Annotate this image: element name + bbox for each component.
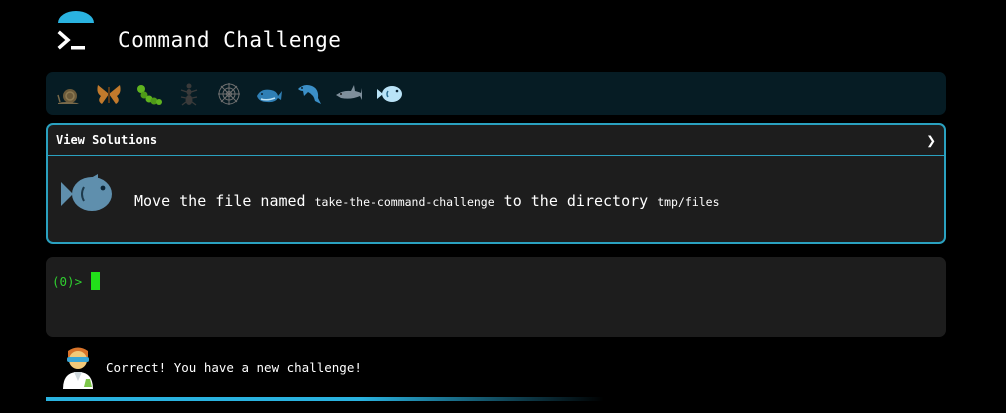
level-whale[interactable] [254,79,284,109]
header: Command Challenge [46,6,946,66]
challenge-description: Move the file named take-the-command-cha… [134,192,720,210]
challenge-directory: tmp/files [657,195,720,209]
terminal-cursor [91,272,100,290]
terminal-prompt: (0)> [52,274,83,289]
whale-icon [257,89,282,102]
feedback-message: Correct! You have a new challenge! [106,360,362,375]
dolphin-icon [298,84,321,104]
level-shark[interactable] [334,79,364,109]
level-fish[interactable] [374,79,404,109]
view-solutions-label: View Solutions [56,133,158,147]
snail-icon [57,88,79,104]
level-spider-web[interactable] [214,79,244,109]
feedback-row: Correct! You have a new challenge! [56,345,946,389]
level-butterfly[interactable] [94,79,124,109]
challenge-file-name: take-the-command-challenge [314,195,495,209]
butterfly-icon [97,84,121,104]
challenge-text-before: Move the file named [134,192,315,210]
level-dolphin[interactable] [294,79,324,109]
ant-icon [180,83,198,106]
level-selector [46,72,946,115]
fish-icon [377,85,402,102]
challenge-card: View Solutions ❯ Move the file named tak… [46,123,946,244]
progress-bar [46,397,946,401]
terminal-input[interactable]: (0)> [46,257,946,337]
level-snail[interactable] [54,79,84,109]
page-title: Command Challenge [118,28,342,52]
level-ant[interactable] [174,79,204,109]
view-solutions-toggle[interactable]: View Solutions ❯ [48,125,944,156]
caterpillar-icon [137,84,162,105]
level-caterpillar[interactable] [134,79,164,109]
shark-icon [336,84,362,100]
fish-icon [61,174,112,211]
scientist-avatar-icon [63,347,93,389]
spider-web-icon [218,82,240,105]
chevron-right-icon: ❯ [926,130,936,150]
challenge-body: Move the file named take-the-command-cha… [48,156,944,244]
challenge-text-middle: to the directory [494,192,658,210]
terminal-logo-icon [57,11,94,50]
